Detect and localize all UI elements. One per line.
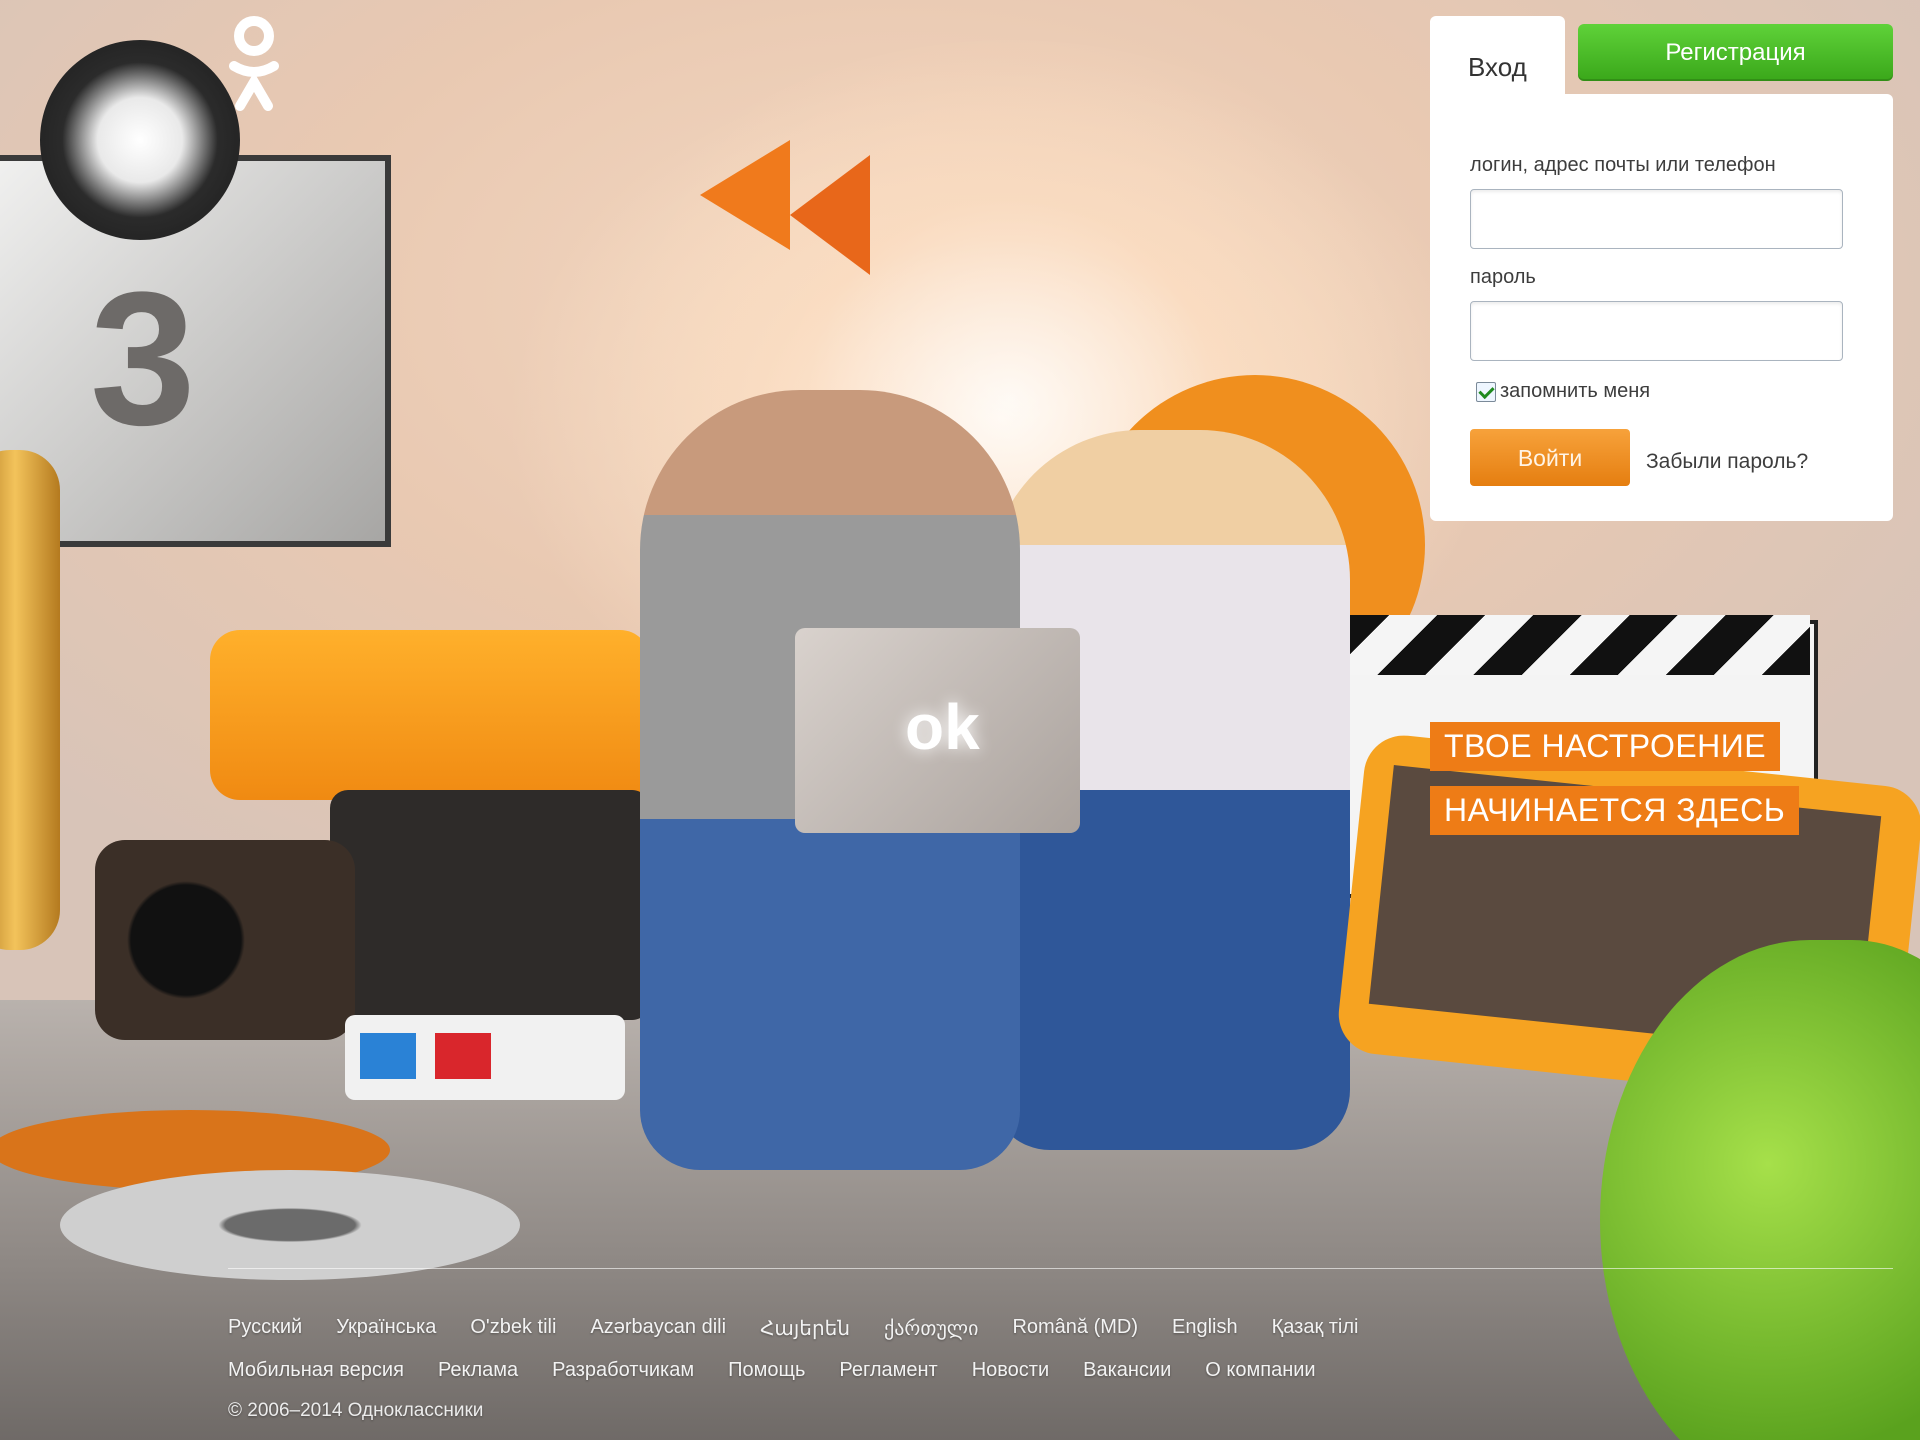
ok-logo-icon[interactable] — [226, 14, 282, 114]
spotlight-icon — [40, 40, 240, 240]
tape-reel — [60, 1170, 520, 1280]
lang-link-uz[interactable]: O'zbek tili — [470, 1316, 556, 1341]
slogan-line-2: НАЧИНАЕТСЯ ЗДЕСЬ — [1430, 786, 1800, 835]
forgot-password-link[interactable]: Забыли пароль? — [1646, 450, 1808, 474]
copyright: © 2006–2014 Одноклассники — [228, 1400, 484, 1421]
countdown-number: 3 — [90, 253, 196, 465]
footer-link-mobile[interactable]: Мобильная версия — [228, 1359, 404, 1382]
footer-link-help[interactable]: Помощь — [728, 1359, 805, 1382]
footer-link-rules[interactable]: Регламент — [839, 1359, 937, 1382]
lang-link-ru[interactable]: Русский — [228, 1316, 302, 1341]
login-button[interactable]: Войти — [1470, 429, 1630, 486]
password-input[interactable] — [1470, 301, 1843, 361]
lang-link-ro[interactable]: Română (MD) — [1012, 1316, 1138, 1341]
tab-login-label: Вход — [1468, 52, 1527, 82]
register-button[interactable]: Регистрация — [1578, 24, 1893, 81]
tab-login[interactable]: Вход — [1430, 16, 1565, 96]
footer-link-jobs[interactable]: Вакансии — [1083, 1359, 1171, 1382]
footer-link-ads[interactable]: Реклама — [438, 1359, 518, 1382]
rewind-icon-second — [790, 155, 870, 275]
lang-link-uk[interactable]: Українська — [336, 1316, 436, 1341]
oscar-statue — [0, 450, 60, 950]
lang-link-hy[interactable]: Հայերեն — [760, 1316, 850, 1341]
remember-label: запомнить меня — [1500, 380, 1651, 402]
rewind-icon — [700, 140, 790, 250]
3d-glasses — [345, 1015, 625, 1100]
footer-link-about[interactable]: О компании — [1205, 1359, 1315, 1382]
footer-divider — [228, 1268, 1893, 1269]
lang-link-az[interactable]: Azərbaycan dili — [590, 1316, 726, 1341]
remember-checkbox[interactable] — [1476, 381, 1496, 402]
lang-link-en[interactable]: English — [1172, 1316, 1238, 1341]
lang-link-ka[interactable]: ქართული — [884, 1316, 978, 1341]
login-form: логин, адрес почты или телефон пароль за… — [1430, 94, 1893, 521]
login-input[interactable] — [1470, 189, 1843, 249]
login-field-label: логин, адрес почты или телефон — [1470, 154, 1776, 176]
login-panel: Вход Регистрация логин, адрес почты или … — [1430, 16, 1893, 521]
laptop-ok-logo-icon: ok — [905, 691, 980, 763]
language-list: Русский Українська O'zbek tili Azərbayca… — [228, 1316, 1359, 1341]
lang-link-kk[interactable]: Қазақ тілі — [1272, 1316, 1359, 1341]
footer-link-developers[interactable]: Разработчикам — [552, 1359, 694, 1382]
video-camera-top — [210, 630, 650, 800]
slogan-line-1: ТВОЕ НАСТРОЕНИЕ — [1430, 722, 1781, 771]
remember-me[interactable]: запомнить меня — [1476, 380, 1650, 403]
video-camera-body — [330, 790, 650, 1020]
footer-links: Мобильная версия Реклама Разработчикам П… — [228, 1359, 1316, 1382]
footer-link-news[interactable]: Новости — [972, 1359, 1049, 1382]
camera-lens — [95, 840, 355, 1040]
clapperboard-stripes — [1290, 615, 1810, 675]
password-field-label: пароль — [1470, 266, 1536, 288]
